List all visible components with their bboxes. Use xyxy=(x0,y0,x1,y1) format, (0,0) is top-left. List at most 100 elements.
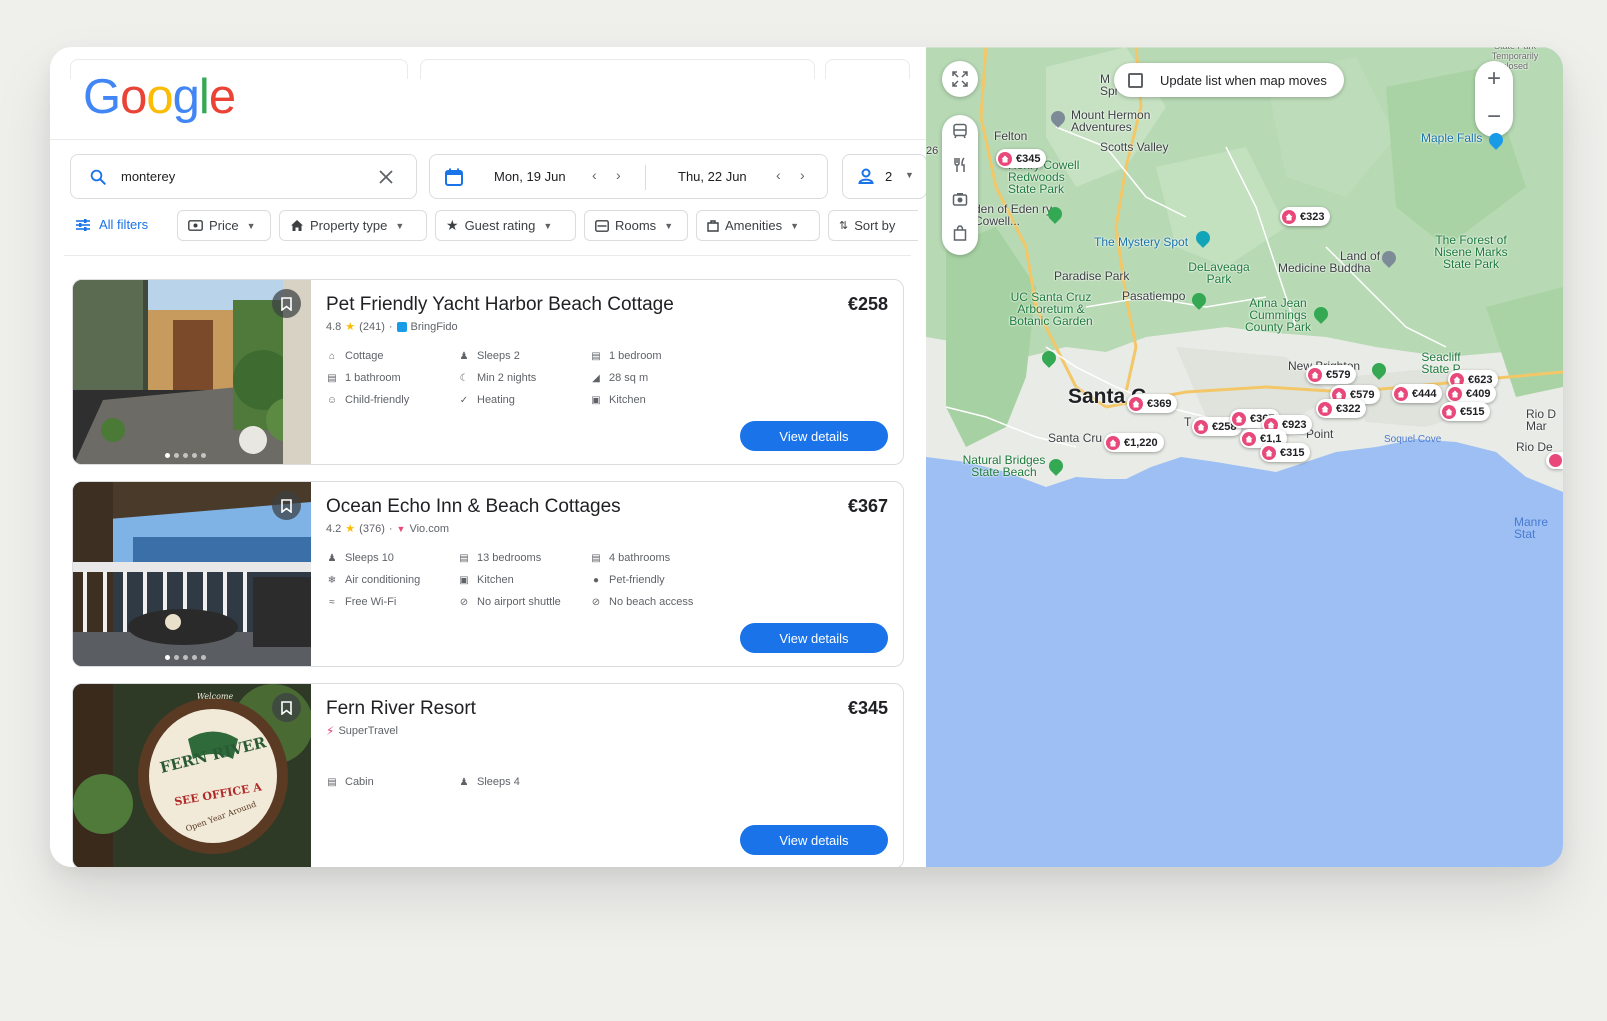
listing-price: €367 xyxy=(847,496,888,516)
checkin-prev-icon[interactable]: ‹ xyxy=(592,167,597,183)
listing-card[interactable]: FERN RIVER SEE OFFICE A Open Year Around… xyxy=(72,683,904,867)
area-icon: ◢ xyxy=(592,372,600,384)
price-marker-label: €579 xyxy=(1326,368,1351,381)
listing-title[interactable]: Ocean Echo Inn & Beach Cottages xyxy=(326,496,621,518)
map-label: Rio D Mar xyxy=(1526,407,1557,433)
camera-icon[interactable] xyxy=(952,191,968,207)
checkbox[interactable] xyxy=(1128,72,1143,88)
listing-title[interactable]: Fern River Resort xyxy=(326,698,476,720)
listing-card[interactable]: Ocean Echo Inn & Beach Cottages €367 4.2… xyxy=(72,481,904,667)
zoom-controls: + − xyxy=(1475,61,1513,137)
view-details-button[interactable]: View details xyxy=(740,421,888,451)
chevron-down-icon: ▼ xyxy=(790,220,799,231)
calendar-icon xyxy=(444,167,464,192)
update-list-toggle[interactable]: Update list when map moves xyxy=(1114,63,1344,97)
search-input[interactable]: monterey xyxy=(121,169,175,184)
edge-pin-icon[interactable] xyxy=(1546,452,1563,469)
listing-meta: 4.2 ★ (376) · ▼ Vio.com xyxy=(326,522,449,536)
rating-value: 4.2 xyxy=(326,522,342,535)
view-details-button[interactable]: View details xyxy=(740,825,888,855)
amenity-label: Kitchen xyxy=(609,394,646,406)
all-filters-button[interactable]: All filters xyxy=(75,217,148,232)
price-marker[interactable]: €369 xyxy=(1127,394,1178,413)
bookmark-icon[interactable] xyxy=(272,289,301,318)
zoom-in-button[interactable]: + xyxy=(1475,65,1513,93)
checkout-next-icon[interactable]: › xyxy=(800,167,805,183)
bookmark-icon[interactable] xyxy=(272,693,301,722)
home-pin-icon xyxy=(1262,445,1276,460)
map-label: Felton xyxy=(994,129,1028,143)
star-icon: ★ xyxy=(446,217,459,233)
door-icon: ▤ xyxy=(459,552,469,564)
map-panel[interactable]: Felton Scotts Valley Mount Hermon Advent… xyxy=(926,47,1563,867)
guest-rating-filter[interactable]: ★ Guest rating ▼ xyxy=(435,210,576,241)
paw-icon: ● xyxy=(592,574,600,586)
tab-ghost xyxy=(420,59,815,79)
amenity-item: ❄ Air conditioning xyxy=(326,574,420,586)
amenity-item: ♟ Sleeps 10 xyxy=(326,552,394,564)
guests-selector[interactable]: 2 ▼ xyxy=(842,154,927,199)
price-marker[interactable]: €345 xyxy=(996,149,1047,168)
amenity-item: ▤ Cabin xyxy=(326,776,373,788)
amenity-item: ☺ Child-friendly xyxy=(326,394,409,406)
checkin-date[interactable]: Mon, 19 Jun xyxy=(494,169,566,184)
amenity-label: 1 bathroom xyxy=(345,372,401,384)
checkin-next-icon[interactable]: › xyxy=(616,167,621,183)
listing-card[interactable]: Pet Friendly Yacht Harbor Beach Cottage … xyxy=(72,279,904,465)
listing-photo[interactable]: FERN RIVER SEE OFFICE A Open Year Around… xyxy=(73,684,313,867)
amenity-label: 4 bathrooms xyxy=(609,552,671,564)
lightning-icon: ⚡ xyxy=(326,724,335,738)
photo-carousel-dots[interactable] xyxy=(165,655,206,660)
people-icon: ♟ xyxy=(327,552,337,564)
price-marker[interactable]: €315 xyxy=(1260,443,1311,462)
amenity-label: Min 2 nights xyxy=(477,372,537,384)
logo-letter: g xyxy=(172,70,200,124)
listing-title[interactable]: Pet Friendly Yacht Harbor Beach Cottage xyxy=(326,294,674,316)
bookmark-icon[interactable] xyxy=(272,491,301,520)
clear-icon[interactable] xyxy=(378,169,394,190)
home-pin-icon xyxy=(1442,404,1456,419)
price-marker[interactable]: €1,220 xyxy=(1104,433,1164,452)
restaurant-icon[interactable] xyxy=(952,157,968,173)
view-details-button[interactable]: View details xyxy=(740,623,888,653)
amenity-item: ▣ Kitchen xyxy=(590,394,646,406)
amenity-item: ⊘ No beach access xyxy=(590,596,694,608)
price-marker[interactable]: €409 xyxy=(1446,384,1497,403)
rooms-filter[interactable]: Rooms ▼ xyxy=(584,210,688,241)
checkout-date[interactable]: Thu, 22 Jun xyxy=(678,169,747,184)
amenity-item: ☾ Min 2 nights xyxy=(458,372,537,384)
amenity-item: ▤ 1 bathroom xyxy=(326,372,401,384)
review-count: (241) xyxy=(359,320,385,333)
amenities-filter[interactable]: Amenities ▼ xyxy=(696,210,820,241)
listing-photo[interactable] xyxy=(73,482,311,666)
checkout-prev-icon[interactable]: ‹ xyxy=(776,167,781,183)
photo-carousel-dots[interactable] xyxy=(165,453,206,458)
date-picker[interactable]: Mon, 19 Jun ‹ › Thu, 22 Jun ‹ › xyxy=(429,154,828,199)
map-label: T xyxy=(1184,415,1192,429)
price-filter[interactable]: Price ▼ xyxy=(177,210,271,241)
house-icon: ⌂ xyxy=(328,350,336,362)
map-label: 26 xyxy=(926,145,939,157)
price-marker-label: €515 xyxy=(1460,405,1485,418)
sign-text: Welcome xyxy=(196,692,234,701)
guest-count: 2 xyxy=(885,169,893,184)
transit-icon[interactable] xyxy=(952,123,968,139)
listing-photo[interactable] xyxy=(73,280,311,464)
sort-by-filter[interactable]: ⇅ Sort by xyxy=(828,210,918,241)
price-marker[interactable]: €579 xyxy=(1306,365,1357,384)
fullscreen-button[interactable] xyxy=(942,61,978,97)
zoom-out-button[interactable]: − xyxy=(1475,103,1513,131)
shopping-bag-icon[interactable] xyxy=(952,225,968,241)
price-marker[interactable]: €515 xyxy=(1440,402,1491,421)
property-type-filter[interactable]: Property type ▼ xyxy=(279,210,427,241)
map-label: UC Santa Cruz Arboretum & Botanic Garden xyxy=(1009,290,1093,328)
map-label: Santa Cru xyxy=(1048,431,1103,445)
search-box[interactable]: monterey xyxy=(70,154,417,199)
price-marker[interactable]: €444 xyxy=(1392,384,1443,403)
amenity-item: ▤ 13 bedrooms xyxy=(458,552,541,564)
google-logo[interactable]: Google xyxy=(83,69,236,125)
chevron-down-icon: ▼ xyxy=(905,170,914,180)
home-pin-icon xyxy=(1194,419,1208,434)
price-marker[interactable]: €323 xyxy=(1280,207,1331,226)
price-marker[interactable]: €322 xyxy=(1316,399,1367,418)
